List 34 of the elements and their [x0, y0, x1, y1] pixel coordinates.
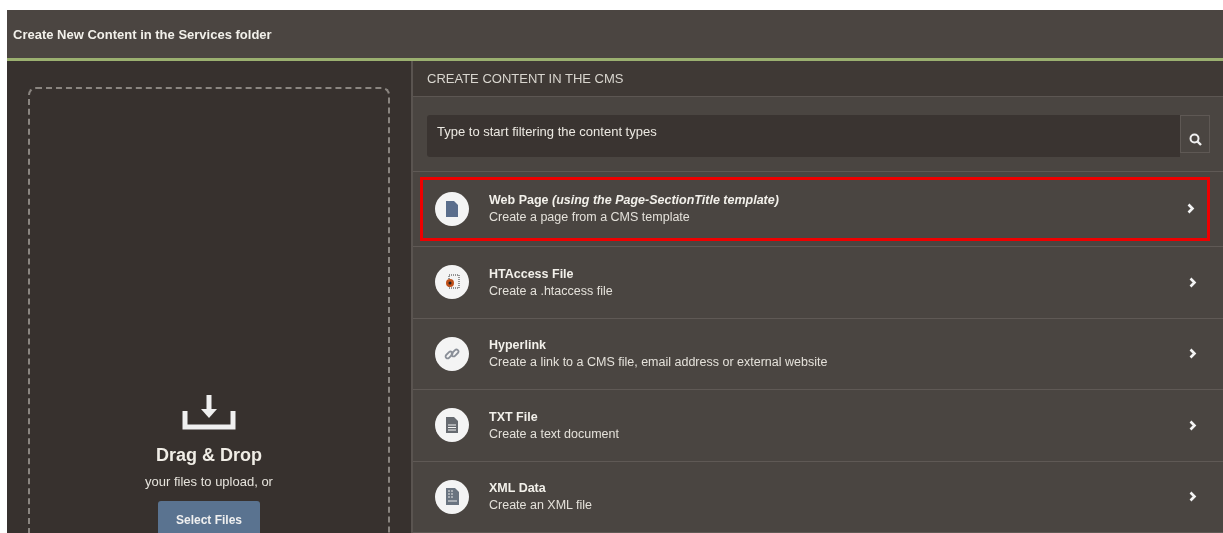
download-icon — [181, 393, 237, 431]
chevron-right-icon — [1189, 419, 1197, 431]
item-description: Create a link to a CMS file, email address or external website — [489, 355, 829, 370]
item-title: TXT File — [489, 409, 539, 424]
select-files-button[interactable]: Select Files — [157, 501, 260, 533]
search-icon — [1188, 132, 1202, 146]
search-button[interactable] — [1180, 114, 1210, 153]
chevron-right-icon — [1189, 348, 1197, 360]
content-type-item[interactable]: Hyperlink Create a link to a CMS file, email address or external website — [435, 318, 1209, 390]
chevron-right-icon — [1189, 276, 1197, 288]
item-description: Create a .htaccess file — [489, 283, 614, 298]
section-title: CREATE CONTENT IN THE CMS — [427, 70, 624, 86]
item-title: Web Page (using the Page-SectionTitle template) — [489, 193, 780, 208]
item-title: XML Data — [489, 481, 547, 496]
document-icon — [446, 201, 458, 217]
content-type-item[interactable]: TXT File Create a text document — [435, 390, 1209, 461]
filter-field[interactable]: Type to start filtering the content types — [427, 114, 1180, 157]
drop-zone[interactable]: Drag & Drop your files to upload, or Select Files — [28, 87, 390, 533]
content-type-item[interactable]: HTAccess File Create a .htaccess file — [435, 247, 1209, 318]
item-description: Create a page from a CMS template — [489, 210, 691, 225]
gear-file-icon — [444, 274, 460, 291]
window-title: Create New Content in the Services folder — [13, 26, 272, 42]
chevron-right-icon — [1187, 203, 1195, 215]
item-description: Create a text document — [489, 426, 620, 441]
item-title: HTAccess File — [489, 266, 575, 281]
chevron-right-icon — [1189, 491, 1197, 503]
item-description: Create an XML file — [489, 498, 594, 513]
content-type-item[interactable]: XML Data Create an XML file — [435, 461, 1209, 532]
text-file-icon — [446, 417, 458, 434]
drop-text: your files to upload, or — [145, 474, 273, 489]
xml-file-icon — [445, 488, 459, 506]
content-type-item[interactable]: Web Page (using the Page-SectionTitle template) Create a page from a CMS template — [420, 176, 1210, 242]
drop-heading: Drag & Drop — [156, 445, 262, 466]
item-title: Hyperlink — [489, 338, 547, 353]
